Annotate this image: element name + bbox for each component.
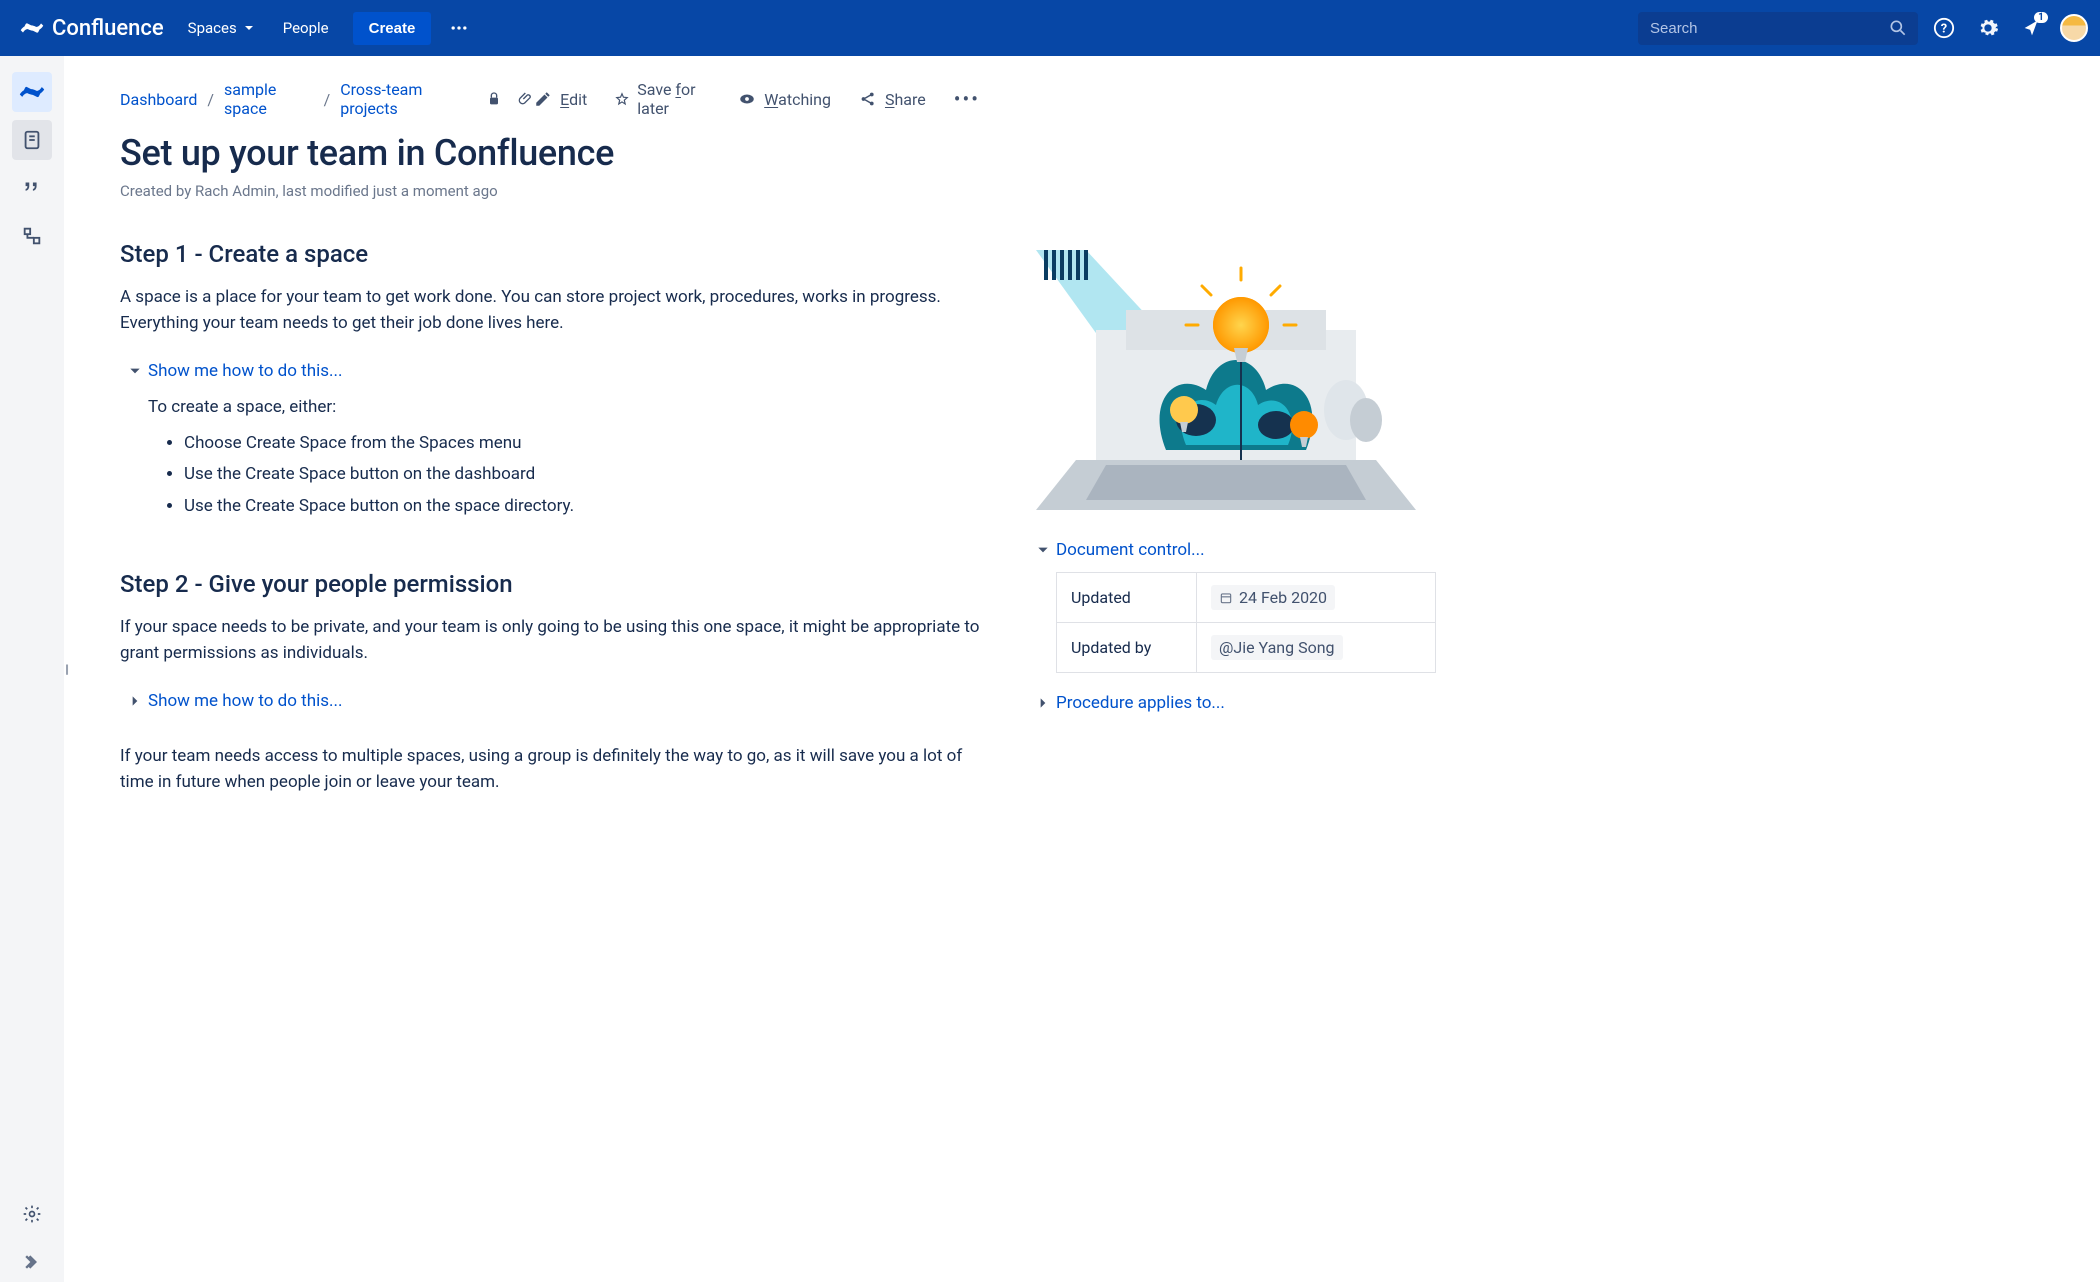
eye-icon (738, 90, 756, 108)
doc-control-table: Updated 24 Feb 2020 Updated by @Jie Yang… (1056, 572, 1436, 673)
search-icon (1888, 18, 1908, 38)
page-actions: Edit Save for later Watching Share ••• (534, 80, 980, 118)
attachments-icon[interactable] (518, 91, 534, 107)
breadcrumb: Dashboard / sample space / Cross-team pr… (120, 80, 534, 118)
doc-control-expander[interactable]: Document control... (1036, 540, 1416, 560)
help-button[interactable]: ? (1926, 10, 1962, 46)
nav-more-button[interactable] (439, 10, 479, 46)
dots-icon (449, 18, 469, 38)
notification-badge: 1 (2034, 12, 2048, 23)
save-for-later-button[interactable]: Save for later (615, 80, 710, 118)
confluence-icon (20, 16, 44, 40)
gear-icon (1977, 17, 1999, 39)
star-icon (615, 90, 629, 108)
settings-button[interactable] (1970, 10, 2006, 46)
restrictions-icon[interactable] (486, 91, 502, 107)
step2-body2: If your team needs access to multiple sp… (120, 743, 980, 796)
breadcrumb-parent[interactable]: Cross-team projects (340, 80, 470, 118)
chevron-down-icon (128, 364, 142, 378)
sidebar: || (0, 56, 64, 1282)
pencil-icon (534, 90, 552, 108)
breadcrumb-sep: / (207, 90, 214, 109)
updated-label: Updated (1057, 573, 1197, 623)
updated-by-chip[interactable]: @Jie Yang Song (1211, 635, 1343, 660)
table-row: Updated 24 Feb 2020 (1057, 573, 1436, 623)
updated-by-label: Updated by (1057, 623, 1197, 673)
page-illustration (1036, 250, 1416, 520)
nav-spaces[interactable]: Spaces (176, 11, 267, 45)
side-column: Document control... Updated 24 Feb 2020 … (1036, 80, 1416, 1242)
page-more-button[interactable]: ••• (954, 87, 980, 111)
breadcrumb-sep: / (324, 90, 331, 109)
quote-icon (21, 177, 43, 199)
chevron-right-icon (1036, 696, 1050, 710)
byline: Created by Rach Admin, last modified jus… (120, 182, 980, 200)
list-item: Use the Create Space button on the space… (184, 492, 980, 522)
create-button[interactable]: Create (353, 12, 432, 45)
table-row: Updated by @Jie Yang Song (1057, 623, 1436, 673)
step1-list: Choose Create Space from the Spaces menu… (184, 429, 980, 522)
nav-spaces-label: Spaces (188, 19, 237, 37)
sidebar-settings[interactable] (12, 1194, 52, 1234)
share-icon (859, 90, 877, 108)
sidebar-pages[interactable] (12, 120, 52, 160)
confluence-logo[interactable]: Confluence (12, 16, 172, 41)
search-wrap (1638, 12, 1918, 45)
nav-people[interactable]: People (271, 11, 341, 45)
sidebar-space-logo[interactable] (12, 72, 52, 112)
step2-heading: Step 2 - Give your people permission (120, 570, 980, 598)
step2-expander-label: Show me how to do this... (148, 691, 342, 711)
step1-body: A space is a place for your team to get … (120, 284, 980, 337)
chevron-down-icon (1036, 543, 1050, 557)
svg-text:?: ? (1941, 22, 1947, 37)
gear-icon (22, 1204, 42, 1224)
avatar[interactable] (2060, 14, 2088, 42)
step1-expander-label: Show me how to do this... (148, 361, 342, 381)
list-item: Use the Create Space button on the dashb… (184, 460, 980, 490)
procedure-label: Procedure applies to... (1056, 693, 1225, 713)
list-item: Choose Create Space from the Spaces menu (184, 429, 980, 459)
share-button[interactable]: Share (859, 90, 926, 109)
edit-button[interactable]: Edit (534, 90, 587, 109)
page-content: Dashboard / sample space / Cross-team pr… (64, 56, 2100, 1282)
watching-button[interactable]: Watching (738, 90, 831, 109)
step2-expander[interactable]: Show me how to do this... (128, 691, 980, 711)
nav-people-label: People (283, 19, 329, 37)
procedure-expander[interactable]: Procedure applies to... (1036, 693, 1416, 713)
page-icon (21, 129, 43, 151)
chevron-down-icon (243, 22, 255, 34)
updated-by-value: @Jie Yang Song (1219, 638, 1335, 657)
resize-handle[interactable]: || (65, 662, 67, 676)
step1-intro: To create a space, either: (148, 397, 980, 417)
step1-expander[interactable]: Show me how to do this... (128, 361, 980, 381)
notifications-button[interactable]: 1 (2014, 10, 2050, 46)
sidebar-expand[interactable] (12, 1242, 52, 1282)
sidebar-blog[interactable] (12, 168, 52, 208)
breadcrumb-space[interactable]: sample space (224, 80, 314, 118)
breadcrumb-dashboard[interactable]: Dashboard (120, 90, 197, 109)
step1-heading: Step 1 - Create a space (120, 240, 980, 268)
help-icon: ? (1933, 17, 1955, 39)
updated-date-chip[interactable]: 24 Feb 2020 (1211, 585, 1335, 610)
chevron-right-icon (128, 694, 142, 708)
confluence-icon (19, 79, 45, 105)
updated-date: 24 Feb 2020 (1239, 588, 1327, 607)
step2-body1: If your space needs to be private, and y… (120, 614, 980, 667)
calendar-icon (1219, 591, 1233, 605)
tree-icon (21, 225, 43, 247)
edit-label: dit (569, 90, 587, 109)
product-name: Confluence (52, 16, 164, 41)
sidebar-tree[interactable] (12, 216, 52, 256)
expand-icon (22, 1252, 42, 1272)
top-nav: Confluence Spaces People Create ? 1 (0, 0, 2100, 56)
doc-control-label: Document control... (1056, 540, 1205, 560)
page-title: Set up your team in Confluence (120, 132, 980, 174)
search-input[interactable] (1638, 12, 1918, 45)
